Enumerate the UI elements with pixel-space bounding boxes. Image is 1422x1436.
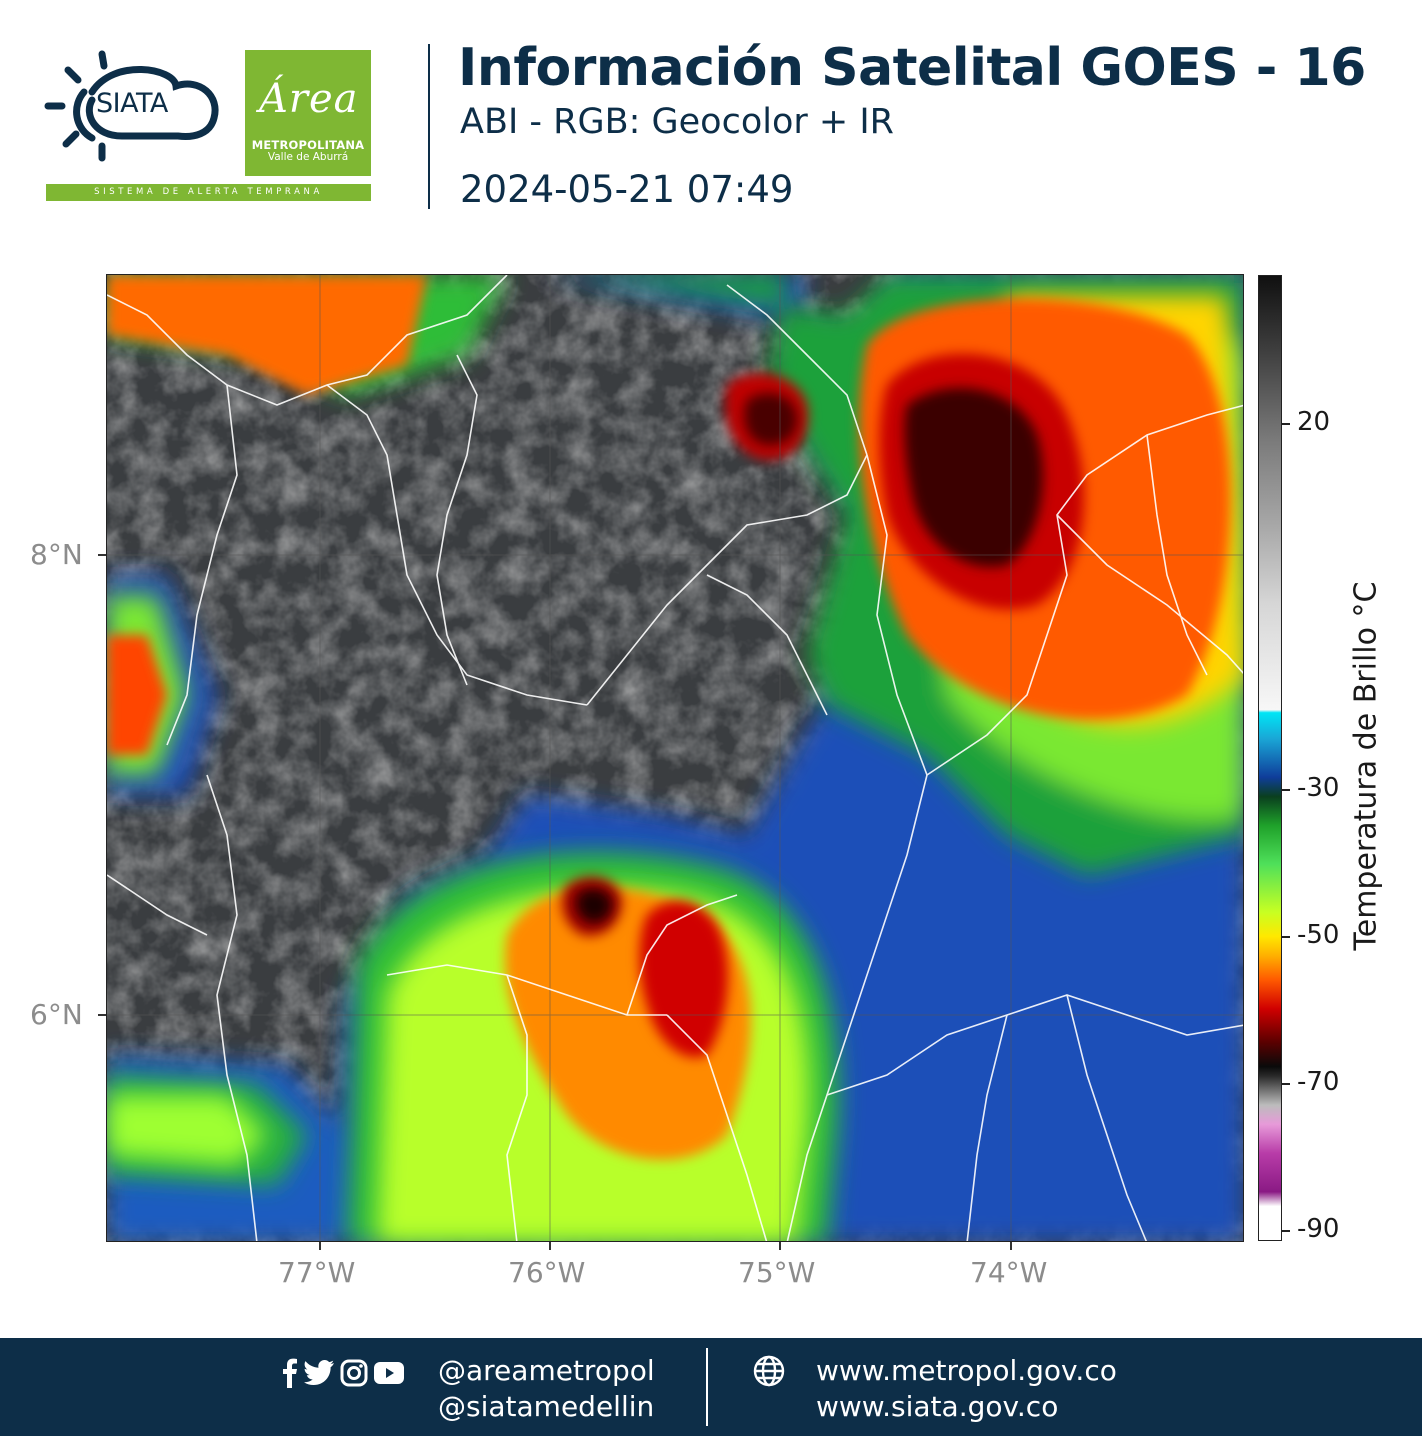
- area-logo-line2: Valle de Aburrá: [267, 151, 349, 163]
- handle-areametropol[interactable]: @areametropol: [438, 1354, 655, 1387]
- header: SIATA Área METROPOLITANA Valle de Aburrá…: [0, 0, 1422, 240]
- handle-siatamedellin[interactable]: @siatamedellin: [438, 1390, 654, 1423]
- lon-label-74w: 74°W: [970, 1256, 1048, 1289]
- lat-tick: [98, 1014, 106, 1016]
- page-subtitle: ABI - RGB: Geocolor + IR: [460, 102, 894, 142]
- page-title: Información Satelital GOES - 16: [458, 38, 1366, 98]
- facebook-icon[interactable]: [282, 1358, 298, 1388]
- colorbar-tick: [1282, 789, 1290, 791]
- image-timestamp: 2024-05-21 07:49: [460, 168, 794, 211]
- siata-wordmark: SIATA: [96, 88, 168, 119]
- header-divider: [428, 44, 430, 209]
- area-metropolitana-logo: Área METROPOLITANA Valle de Aburrá: [245, 50, 371, 176]
- lon-tick: [1010, 1242, 1012, 1250]
- social-icons: [282, 1356, 404, 1390]
- lon-tick: [549, 1242, 551, 1250]
- siata-logo: SIATA: [44, 48, 224, 163]
- colorbar-label-20: 20: [1297, 407, 1331, 437]
- youtube-icon[interactable]: [374, 1362, 404, 1384]
- colorbar-title: Temperatura de Brillo °C: [1348, 581, 1384, 951]
- lon-tick: [779, 1242, 781, 1250]
- colorbar-label-minus70: -70: [1297, 1067, 1340, 1097]
- lon-label-77w: 77°W: [278, 1256, 356, 1289]
- colorbar-label-minus50: -50: [1297, 920, 1340, 950]
- instagram-icon[interactable]: [340, 1359, 368, 1387]
- globe-icon: [752, 1354, 786, 1392]
- colorbar-tick: [1282, 936, 1290, 938]
- siata-tagline: SISTEMA DE ALERTA TEMPRANA: [46, 184, 371, 201]
- lon-tick: [319, 1242, 321, 1250]
- twitter-icon[interactable]: [304, 1360, 334, 1386]
- temperature-colorbar: [1258, 275, 1282, 1241]
- area-logo-script: Área: [259, 76, 359, 122]
- lat-tick: [98, 554, 106, 556]
- lat-label-8n: 8°N: [30, 538, 83, 571]
- colorbar-tick: [1282, 1083, 1290, 1085]
- url-metropol[interactable]: www.metropol.gov.co: [816, 1354, 1117, 1387]
- satellite-map: [106, 274, 1244, 1242]
- lon-label-75w: 75°W: [738, 1256, 816, 1289]
- url-siata[interactable]: www.siata.gov.co: [816, 1390, 1058, 1423]
- lon-label-76w: 76°W: [508, 1256, 586, 1289]
- colorbar-label-minus90: -90: [1297, 1214, 1340, 1244]
- colorbar-tick: [1282, 1230, 1290, 1232]
- satellite-imagery: [107, 275, 1243, 1241]
- footer: @areametropol @siatamedellin www.metropo…: [0, 1338, 1422, 1436]
- footer-divider: [706, 1348, 708, 1426]
- colorbar-tick: [1282, 423, 1290, 425]
- lat-label-6n: 6°N: [30, 998, 83, 1031]
- colorbar-label-minus30: -30: [1297, 773, 1340, 803]
- area-logo-line1: METROPOLITANA: [251, 138, 365, 152]
